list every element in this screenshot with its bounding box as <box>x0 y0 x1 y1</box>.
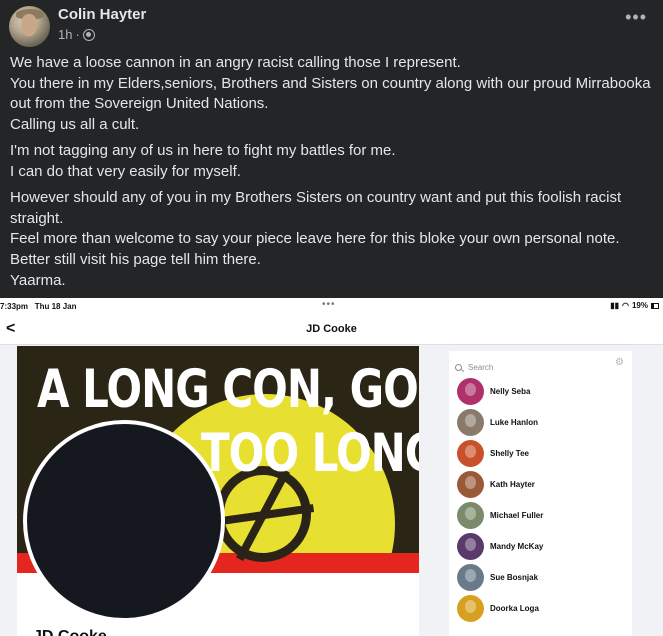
meta-separator: · <box>75 27 80 42</box>
post-meta: 1h · <box>58 27 95 42</box>
chat-contact[interactable]: Mandy McKay <box>457 532 627 560</box>
post-paragraph: We have a loose cannon in an angry racis… <box>10 53 658 136</box>
contact-name: Luke Hanlon <box>490 417 539 427</box>
chat-contact[interactable]: Shelly Tee <box>457 439 627 467</box>
attached-screenshot[interactable]: 7:33pm Thu 18 Jan ••• ▮▮ ◠ 19% < JD Cook… <box>0 298 663 636</box>
avatar <box>457 563 484 591</box>
avatar <box>457 408 484 436</box>
chat-contact[interactable]: Doorka Loga <box>457 594 627 622</box>
battery-percent: 19% <box>631 301 648 310</box>
post-body: We have a loose cannon in an angry racis… <box>10 53 658 297</box>
chat-sidebar: Search ⚙ Nelly Seba Luke Hanlon Shelly T… <box>449 351 632 636</box>
status-right: ▮▮ ◠ 19% <box>610 301 659 310</box>
device-status-bar: 7:33pm Thu 18 Jan ••• ▮▮ ◠ 19% <box>0 298 663 316</box>
avatar-face <box>21 14 37 36</box>
avatar <box>457 501 484 529</box>
avatar <box>457 532 484 560</box>
profile-picture[interactable] <box>23 420 225 622</box>
avatar <box>457 470 484 498</box>
more-options-icon[interactable]: ••• <box>625 8 647 26</box>
status-time: 7:33pm Thu 18 Jan <box>0 302 76 311</box>
contact-name: Nelly Seba <box>490 386 531 396</box>
post-line: Better still visit his page tell him the… <box>10 251 261 269</box>
chat-contact[interactable]: Sue Bosnjak <box>457 563 627 591</box>
facebook-post: Colin Hayter 1h · ••• We have a loose ca… <box>0 0 663 298</box>
post-paragraph: However should any of you in my Brothers… <box>10 188 658 292</box>
post-line: I can do that very easily for myself. <box>10 162 241 180</box>
post-paragraph: I'm not tagging any of us in here to fig… <box>10 141 658 182</box>
battery-icon <box>651 302 659 309</box>
chat-contact[interactable]: Luke Hanlon <box>457 408 627 436</box>
post-time[interactable]: 1h <box>58 27 72 42</box>
contact-name: Mandy McKay <box>490 541 544 551</box>
author-avatar[interactable] <box>9 6 50 47</box>
contact-name: Kath Hayter <box>490 479 535 489</box>
search-icon <box>455 363 462 371</box>
chat-contact[interactable]: Kath Hayter <box>457 470 627 498</box>
chat-contact[interactable]: Nelly Seba <box>457 377 627 405</box>
chat-search-input[interactable]: Search <box>455 359 625 375</box>
post-line: Calling us all a cult. <box>10 116 140 134</box>
signal-icon: ▮▮ <box>610 301 619 310</box>
avatar <box>457 439 484 467</box>
wifi-icon: ◠ <box>622 301 629 310</box>
post-line: Feel more than welcome to say your piece… <box>10 230 620 248</box>
status-clock: 7:33pm <box>0 302 29 311</box>
post-line: out from the Sovereign United Nations. <box>10 95 269 113</box>
post-line: I'm not tagging any of us in here to fig… <box>10 142 396 160</box>
avatar <box>457 377 484 405</box>
cover-text-line1: A LONG CON, GONE ON <box>37 358 419 420</box>
globe-icon[interactable] <box>82 28 95 41</box>
avatar <box>457 594 484 622</box>
contact-name: Shelly Tee <box>490 448 529 458</box>
search-placeholder: Search <box>468 362 494 372</box>
gear-icon[interactable]: ⚙ <box>615 357 624 368</box>
nav-title: JD Cooke <box>306 323 357 335</box>
profile-header: A LONG CON, GONE ON TOO LONG JD Cooke <box>17 346 419 636</box>
post-line: We have a loose cannon in an angry racis… <box>10 54 461 71</box>
post-line: You there in my Elders,seniors, Brothers… <box>10 74 651 92</box>
chat-contact[interactable]: Michael Fuller <box>457 501 627 529</box>
post-line: However should any of you in my Brothers… <box>10 189 622 206</box>
multitask-dots-icon: ••• <box>322 299 336 310</box>
post-line: straight. <box>10 209 64 227</box>
post-line: Yaarma. <box>10 271 66 289</box>
status-date: Thu 18 Jan <box>34 302 77 311</box>
contact-name: Sue Bosnjak <box>490 572 539 582</box>
contact-name: Michael Fuller <box>490 510 544 520</box>
profile-nav-bar: < JD Cooke <box>0 316 663 345</box>
author-name[interactable]: Colin Hayter <box>58 6 146 23</box>
contact-name: Doorka Loga <box>490 603 539 613</box>
cover-text-line2: TOO LONG <box>201 422 419 484</box>
profile-name: JD Cooke <box>33 628 107 636</box>
